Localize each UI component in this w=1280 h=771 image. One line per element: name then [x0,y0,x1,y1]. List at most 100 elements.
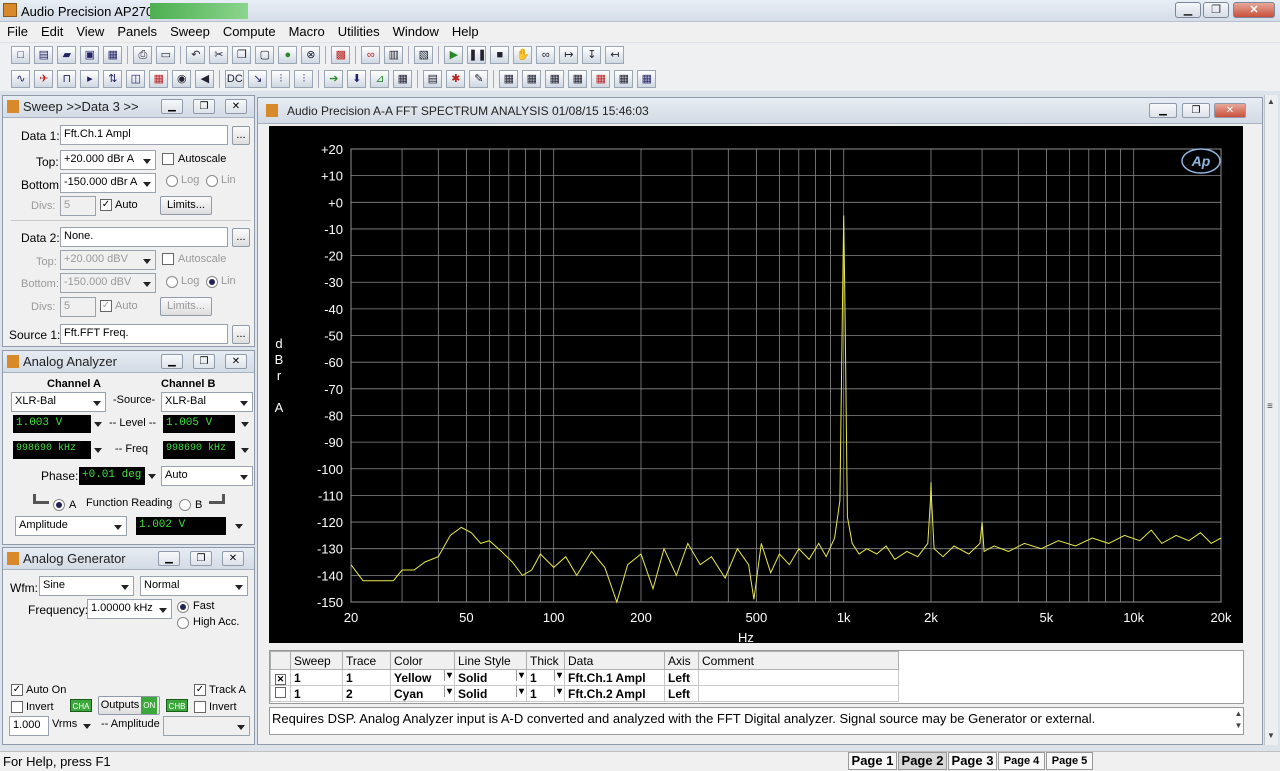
play-icon[interactable]: ▶ [444,46,464,64]
step-into-icon[interactable]: ↧ [582,46,602,64]
page-tab-4[interactable]: Page 4 [998,752,1045,770]
amplitude-b-field[interactable] [163,716,250,736]
cell-dropdown-icon[interactable]: ▾ [443,686,452,697]
open-icon[interactable]: ▰ [57,46,77,64]
source1-browse-button[interactable]: ... [232,325,250,344]
menu-utilities[interactable]: Utilities [331,22,386,39]
divs-field[interactable]: 5 [60,196,96,216]
page-tab-5[interactable]: Page 5 [1046,752,1093,770]
print-icon[interactable]: ⎙ [133,46,153,64]
waveform-select[interactable]: Sine [39,576,134,596]
autoscale2-checkbox[interactable] [162,253,174,265]
description-scrollbar[interactable]: ▲ ▼ [1233,708,1244,734]
row-select-checkbox[interactable]: ✕ [270,669,291,686]
menu-help[interactable]: Help [445,22,485,39]
stop-icon[interactable]: ⊗ [301,46,321,64]
new-test-icon[interactable]: ▤ [34,46,54,64]
top-value[interactable]: +20.000 dBr A [60,150,156,170]
lin-radio[interactable] [206,175,218,187]
panel-minimize-icon[interactable]: ▁ [161,99,183,114]
column-header[interactable]: Line Style [454,651,527,670]
cell-dropdown-icon[interactable]: ▾ [553,670,562,681]
dual-icon[interactable]: ◫ [126,70,146,88]
table-cell[interactable]: 1 ▾ [526,685,565,702]
view5-icon[interactable]: ▦ [591,70,611,88]
download-icon[interactable]: ⬇ [347,70,367,88]
new-file-icon[interactable]: □ [11,46,31,64]
lin2-radio[interactable] [206,276,218,288]
analyzer-icon[interactable]: ⊓ [57,70,77,88]
view2-icon[interactable]: ▦ [522,70,542,88]
panel-restore-icon[interactable]: ❐ [193,99,215,114]
function-b-radio[interactable] [179,499,191,511]
scroll-down-icon[interactable]: ▼ [1267,731,1275,740]
source-a-select[interactable]: XLR-Bal [11,392,106,412]
column-header[interactable]: Color [390,651,455,670]
go-icon[interactable]: ● [278,46,298,64]
invert-a-checkbox[interactable] [11,701,23,713]
bottom2-value[interactable]: -150.000 dBV [60,273,156,293]
hand-icon[interactable]: ✋ [513,46,533,64]
table-cell[interactable]: Yellow ▾ [390,669,455,686]
table-cell[interactable] [698,685,899,702]
table-cell[interactable]: Left [664,669,699,686]
cell-dropdown-icon[interactable]: ▾ [553,686,562,697]
table-cell[interactable]: 2 [342,685,391,702]
data2-browse-button[interactable]: ... [232,228,250,247]
panel-minimize-icon[interactable]: ▁ [158,551,180,566]
data2-field[interactable]: None. [60,227,228,247]
table-cell[interactable]: 1 [290,685,343,702]
pause-icon[interactable]: ❚❚ [467,46,487,64]
panel-close-icon[interactable]: ✕ [225,99,247,114]
source1-field[interactable]: Fft.FFT Freq. [60,324,228,344]
table-cell[interactable]: 1 ▾ [526,669,565,686]
panel-restore-icon[interactable]: ❐ [193,354,215,369]
bug-icon[interactable]: ✱ [446,70,466,88]
source-b-select[interactable]: XLR-Bal [161,392,253,412]
minimize-icon[interactable]: ▁ [1175,2,1201,18]
phase-mode-select[interactable]: Auto [161,466,253,486]
column-header[interactable]: Data [564,651,665,670]
panel-close-icon[interactable]: ✕ [222,551,244,566]
dcx-icon[interactable]: DC [225,70,245,88]
outputs-button[interactable]: Outputs ON [98,696,160,715]
menu-file[interactable]: File [0,22,34,39]
plot-area[interactable]: +20 +10 +0 -10 -20 -30 -40 -50 -60 -70 -80 -90 -100 -… [269,126,1243,645]
data1-browse-button[interactable]: ... [232,126,250,145]
amplitude-unit-select[interactable]: Vrms [49,716,95,736]
autoscale-checkbox[interactable] [162,153,174,165]
view6-icon[interactable]: ▦ [614,70,634,88]
cell-dropdown-icon[interactable]: ▾ [515,686,524,697]
maximize-icon[interactable]: ❐ [1203,2,1229,18]
table-cell[interactable]: 1 [290,669,343,686]
page-tab-2[interactable]: Page 2 [898,752,947,770]
top2-value[interactable]: +20.000 dBV [60,250,156,270]
table-cell[interactable]: 1 [342,669,391,686]
switcher-icon[interactable]: ▦ [149,70,169,88]
column-header[interactable]: Trace [342,651,391,670]
menu-sweep[interactable]: Sweep [163,22,216,39]
table-cell[interactable]: Solid ▾ [454,669,527,686]
menu-edit[interactable]: Edit [34,22,69,39]
graph-close-icon[interactable]: ✕ [1214,103,1246,118]
limits2-button[interactable]: Limits... [160,297,212,316]
graph-restore-icon[interactable]: ❐ [1182,103,1210,118]
menu-macro[interactable]: Macro [282,22,331,39]
view7-icon[interactable]: ▦ [637,70,657,88]
panel-icon[interactable]: ▥ [384,46,404,64]
invert-b-checkbox[interactable] [194,701,206,713]
page-tab-1[interactable]: Page 1 [848,752,897,770]
function-mode-select[interactable]: Amplitude [15,516,127,536]
settings-icon[interactable]: ▧ [414,46,434,64]
generator-icon[interactable]: ▸ [80,70,100,88]
glasses-icon[interactable]: ∞ [536,46,556,64]
log2-radio[interactable] [166,276,178,288]
editor-icon[interactable]: ✎ [469,70,489,88]
description-box[interactable]: Requires DSP. Analog Analyzer input is A… [269,707,1244,735]
view1-icon[interactable]: ▦ [499,70,519,88]
graph-panel-icon[interactable]: ∿ [11,70,31,88]
compute-icon[interactable]: ⊿ [370,70,390,88]
menu-panels[interactable]: Panels [110,22,163,39]
stop-square-icon[interactable]: ■ [490,46,510,64]
panel-minimize-icon[interactable]: ▁ [161,354,183,369]
